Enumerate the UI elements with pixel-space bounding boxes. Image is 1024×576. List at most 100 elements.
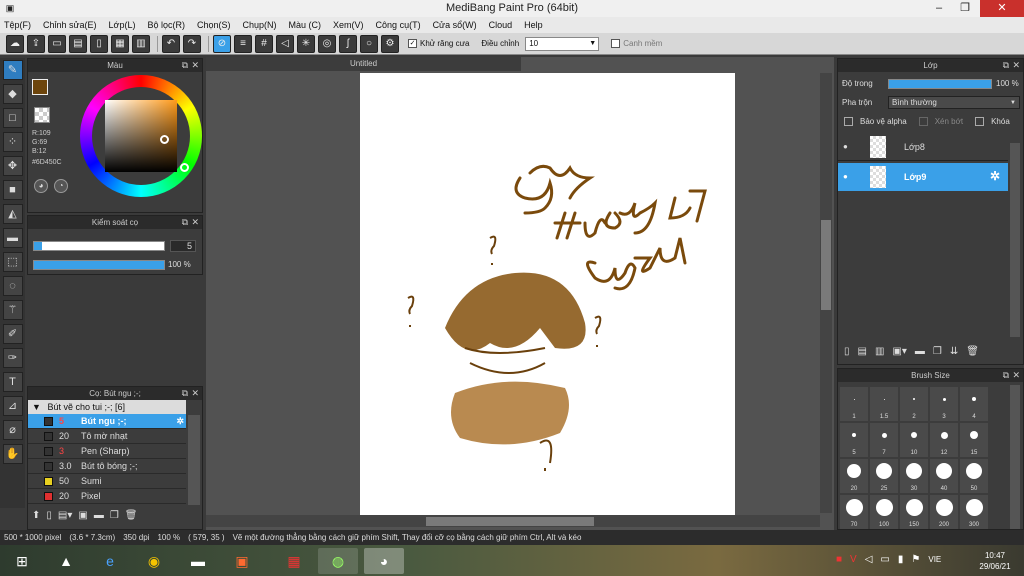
brush-size-cell[interactable]: 1.5	[870, 387, 898, 421]
transparent-swatch[interactable]	[34, 107, 50, 123]
bucket-tool-icon[interactable]: ◭	[2, 204, 23, 224]
select-pen-tool-icon[interactable]: ✐	[2, 324, 23, 344]
brush-item[interactable]: 20 Pixel	[28, 489, 186, 504]
brush-size-cell[interactable]: 40	[930, 459, 958, 493]
fill-rect-tool-icon[interactable]: ■	[2, 180, 23, 200]
menu-color[interactable]: Màu (C)	[289, 20, 322, 30]
brush-item[interactable]: 3 Pen (Sharp)	[28, 444, 186, 459]
clip-checkbox[interactable]	[918, 117, 928, 126]
brush-size-cell[interactable]: 20	[840, 459, 868, 493]
hand-tool-icon[interactable]: ✋	[2, 444, 23, 464]
brush-size-cell[interactable]: 200	[930, 495, 958, 529]
brush-item[interactable]: 50 Sumi	[28, 474, 186, 489]
layer-row[interactable]: ● Lớp9 ✲	[838, 163, 1008, 191]
expand-icon[interactable]: ⧉	[182, 59, 188, 72]
menu-view[interactable]: Xem(V)	[333, 20, 364, 30]
cloud-brush-icon[interactable]: ⬆	[32, 510, 40, 521]
brush-size-cell[interactable]: 70	[840, 495, 868, 529]
expand-icon[interactable]: ⧉	[1003, 59, 1009, 72]
brush-size-cell[interactable]: 10	[900, 423, 928, 457]
menu-window[interactable]: Cửa sổ(W)	[433, 20, 477, 30]
brush-size-value[interactable]: 5	[170, 240, 196, 252]
menu-help[interactable]: Help	[524, 20, 543, 30]
primary-color-swatch[interactable]	[32, 79, 48, 95]
redo-icon[interactable]: ↷	[183, 34, 201, 53]
brush-size-scrollbar[interactable]	[1010, 385, 1020, 529]
lock-checkbox[interactable]	[975, 117, 985, 126]
brush-size-cell[interactable]: 150	[900, 495, 928, 529]
delete-layer-icon[interactable]: 🗑	[966, 346, 979, 357]
move-tool-icon[interactable]: ✥	[2, 156, 23, 176]
circle-snap-icon[interactable]: ◎	[318, 34, 336, 53]
add-layer-menu-icon[interactable]: ▣▾	[892, 346, 906, 357]
medibang-taskbar-icon[interactable]: ◕	[364, 548, 404, 574]
brush-item[interactable]: 3.0 Bút tô bóng ;-;	[28, 459, 186, 474]
brush-tool-icon[interactable]: ✎	[2, 60, 23, 80]
gradient-tool-icon[interactable]: ▬	[2, 228, 23, 248]
rectangle-tool-icon[interactable]: □	[2, 108, 23, 128]
copy-brush-icon[interactable]: ▣	[78, 510, 87, 521]
blend-mode-select[interactable]: Bình thường ▼	[888, 96, 1020, 109]
close-panel-icon[interactable]: ✕	[191, 387, 199, 400]
magic-wand-tool-icon[interactable]: ⚚	[2, 300, 23, 320]
minimize-button[interactable]: –	[926, 0, 952, 17]
canvas-vertical-scroll-thumb[interactable]	[821, 220, 831, 310]
layer-opacity-slider[interactable]	[888, 79, 992, 89]
snap-off-icon[interactable]: ⊘	[213, 34, 231, 53]
tray-app-icon[interactable]: ■	[836, 554, 842, 565]
new-halftone-layer-icon[interactable]: ▤	[858, 346, 867, 357]
expand-icon[interactable]: ⧉	[182, 387, 188, 400]
curve-snap-icon[interactable]: ʃ	[339, 34, 357, 53]
undo-icon[interactable]: ↶	[162, 34, 180, 53]
eye-icon[interactable]: ●	[843, 142, 848, 151]
eyedropper-tool-icon[interactable]: ⌀	[2, 420, 23, 440]
duplicate-layer-icon[interactable]: ❐	[933, 346, 942, 357]
tray-v-icon[interactable]: V	[850, 554, 857, 565]
volume-icon[interactable]: ◁	[865, 554, 873, 565]
close-panel-icon[interactable]: ✕	[1012, 59, 1020, 72]
select-eraser-tool-icon[interactable]: ✑	[2, 348, 23, 368]
expand-icon[interactable]: ⧉	[1003, 369, 1009, 382]
brush-size-cell[interactable]: 300	[960, 495, 988, 529]
menu-select[interactable]: Chọn(S)	[197, 20, 231, 30]
delete-icon[interactable]: 🗑	[125, 510, 138, 521]
duplicate-icon[interactable]: ❐	[110, 510, 119, 521]
folder-icon[interactable]: ▬	[94, 510, 104, 521]
add-brush-icon[interactable]: ▤▾	[58, 510, 72, 521]
folder-icon[interactable]: ▬	[915, 346, 925, 357]
protect-alpha-checkbox[interactable]	[844, 117, 853, 126]
divide-tool-icon[interactable]: ⊿	[2, 396, 23, 416]
collapse-icon[interactable]: ▼	[32, 402, 41, 412]
new-layer-icon[interactable]: ▯	[844, 346, 850, 357]
vanish-snap-icon[interactable]: ◁	[276, 34, 294, 53]
lasso-tool-icon[interactable]: ◌	[2, 276, 23, 296]
menu-edit[interactable]: Chỉnh sửa(E)	[43, 20, 97, 30]
app-launcher-icon[interactable]: ▲	[46, 548, 86, 574]
brush-item[interactable]: 20 Tô mờ nhạt	[28, 429, 186, 444]
flag-icon[interactable]: ⚑	[911, 554, 920, 565]
page-icon[interactable]: ▯	[90, 34, 108, 53]
share-icon[interactable]: ⇪	[27, 34, 45, 53]
menu-layer[interactable]: Lớp(L)	[109, 20, 136, 30]
brush-size-cell[interactable]: 4	[960, 387, 988, 421]
brush-size-cell[interactable]: 5	[840, 423, 868, 457]
merge-down-icon[interactable]: ⇊	[950, 346, 958, 357]
hue-cursor[interactable]	[180, 163, 189, 172]
smooth-checkbox[interactable]	[611, 39, 621, 48]
menu-filter[interactable]: Bộ lọc(R)	[147, 20, 185, 30]
select-rect-tool-icon[interactable]: ⬚	[2, 252, 23, 272]
tool-app-icon[interactable]: ◍	[318, 548, 358, 574]
battery-icon[interactable]: ▭	[880, 554, 889, 565]
ellipse-snap-icon[interactable]: ○	[360, 34, 378, 53]
close-panel-icon[interactable]: ✕	[191, 216, 199, 229]
expand-icon[interactable]: ⧉	[182, 216, 188, 229]
chrome-icon[interactable]: ◉	[134, 548, 174, 574]
brush-size-cell[interactable]: 30	[900, 459, 928, 493]
network-icon[interactable]: ▮	[898, 554, 904, 565]
brush-group-header[interactable]: ▼ Bút vẽ cho tui ;-; [6]	[28, 400, 186, 414]
restore-button[interactable]: ❐	[952, 0, 978, 17]
close-button[interactable]: ✕	[980, 0, 1024, 17]
cross-snap-icon[interactable]: #	[255, 34, 273, 53]
brush-size-cell[interactable]: 1	[840, 387, 868, 421]
menu-file[interactable]: Tệp(F)	[4, 20, 31, 30]
